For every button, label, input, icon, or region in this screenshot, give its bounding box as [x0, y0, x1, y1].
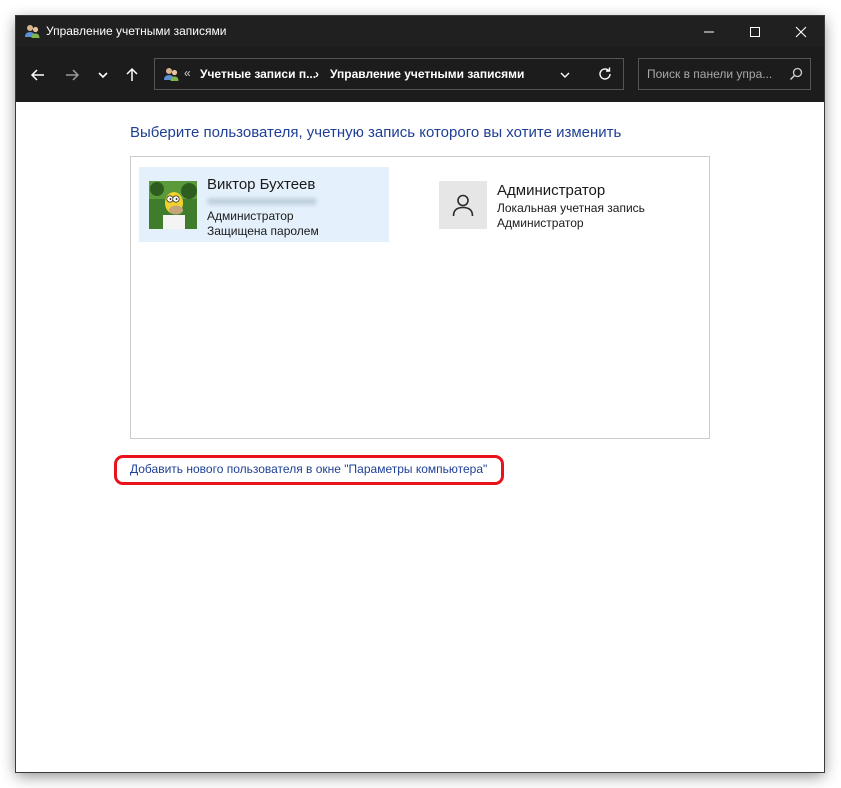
user-card-viktor[interactable]: Виктор Бухтеев Администратор Защищена па…	[139, 167, 389, 242]
person-icon	[452, 194, 474, 217]
user-accounts-icon	[24, 23, 41, 40]
chevron-down-icon	[98, 72, 108, 79]
navigation-bar: « Учетные записи п... › Управление учетн…	[16, 47, 824, 102]
chevron-down-icon	[560, 72, 570, 78]
arrow-up-icon	[126, 67, 138, 81]
avatar	[439, 181, 487, 229]
user-accounts-window: Управление учетными записями « Учетные з…	[16, 16, 824, 772]
user-role: Администратор	[207, 209, 294, 223]
page-heading: Выберите пользователя, учетную запись ко…	[130, 124, 622, 141]
user-password-status: Защищена паролем	[207, 224, 319, 238]
user-name: Администратор	[497, 182, 606, 199]
breadcrumb-manage-accounts[interactable]: Управление учетными записями	[330, 67, 524, 81]
window-title: Управление учетными записями	[46, 24, 227, 38]
user-card-administrator[interactable]: Администратор Локальная учетная запись А…	[437, 176, 687, 236]
address-overflow-icon[interactable]: «	[184, 66, 191, 80]
forward-button[interactable]	[59, 63, 85, 87]
search-icon[interactable]	[789, 67, 803, 86]
search-input[interactable]	[647, 66, 779, 82]
user-account-type: Локальная учетная запись	[497, 201, 645, 215]
back-button[interactable]	[25, 63, 51, 87]
refresh-button[interactable]	[597, 66, 613, 87]
close-button[interactable]	[778, 16, 824, 47]
arrow-right-icon	[66, 69, 80, 81]
address-dropdown-button[interactable]	[559, 68, 571, 86]
user-name: Виктор Бухтеев	[207, 176, 316, 193]
minimize-button[interactable]	[686, 16, 732, 47]
recent-locations-button[interactable]	[90, 63, 116, 87]
arrow-left-icon	[30, 69, 44, 81]
avatar	[149, 181, 197, 229]
blurred-email	[207, 198, 317, 205]
breadcrumb-separator-icon[interactable]: ›	[315, 67, 319, 81]
search-box[interactable]	[638, 58, 811, 90]
main-content: Выберите пользователя, учетную запись ко…	[16, 102, 824, 772]
title-bar[interactable]: Управление учетными записями	[16, 16, 824, 47]
address-bar[interactable]: « Учетные записи п... › Управление учетн…	[154, 58, 624, 90]
breadcrumb-user-accounts[interactable]: Учетные записи п...	[200, 67, 316, 81]
up-button[interactable]	[119, 63, 145, 87]
user-accounts-icon	[163, 66, 180, 83]
user-role: Администратор	[497, 216, 584, 230]
add-user-link[interactable]: Добавить нового пользователя в окне "Пар…	[130, 462, 487, 476]
refresh-icon	[599, 67, 611, 80]
maximize-button[interactable]	[732, 16, 778, 47]
user-list: Виктор Бухтеев Администратор Защищена па…	[130, 156, 710, 439]
